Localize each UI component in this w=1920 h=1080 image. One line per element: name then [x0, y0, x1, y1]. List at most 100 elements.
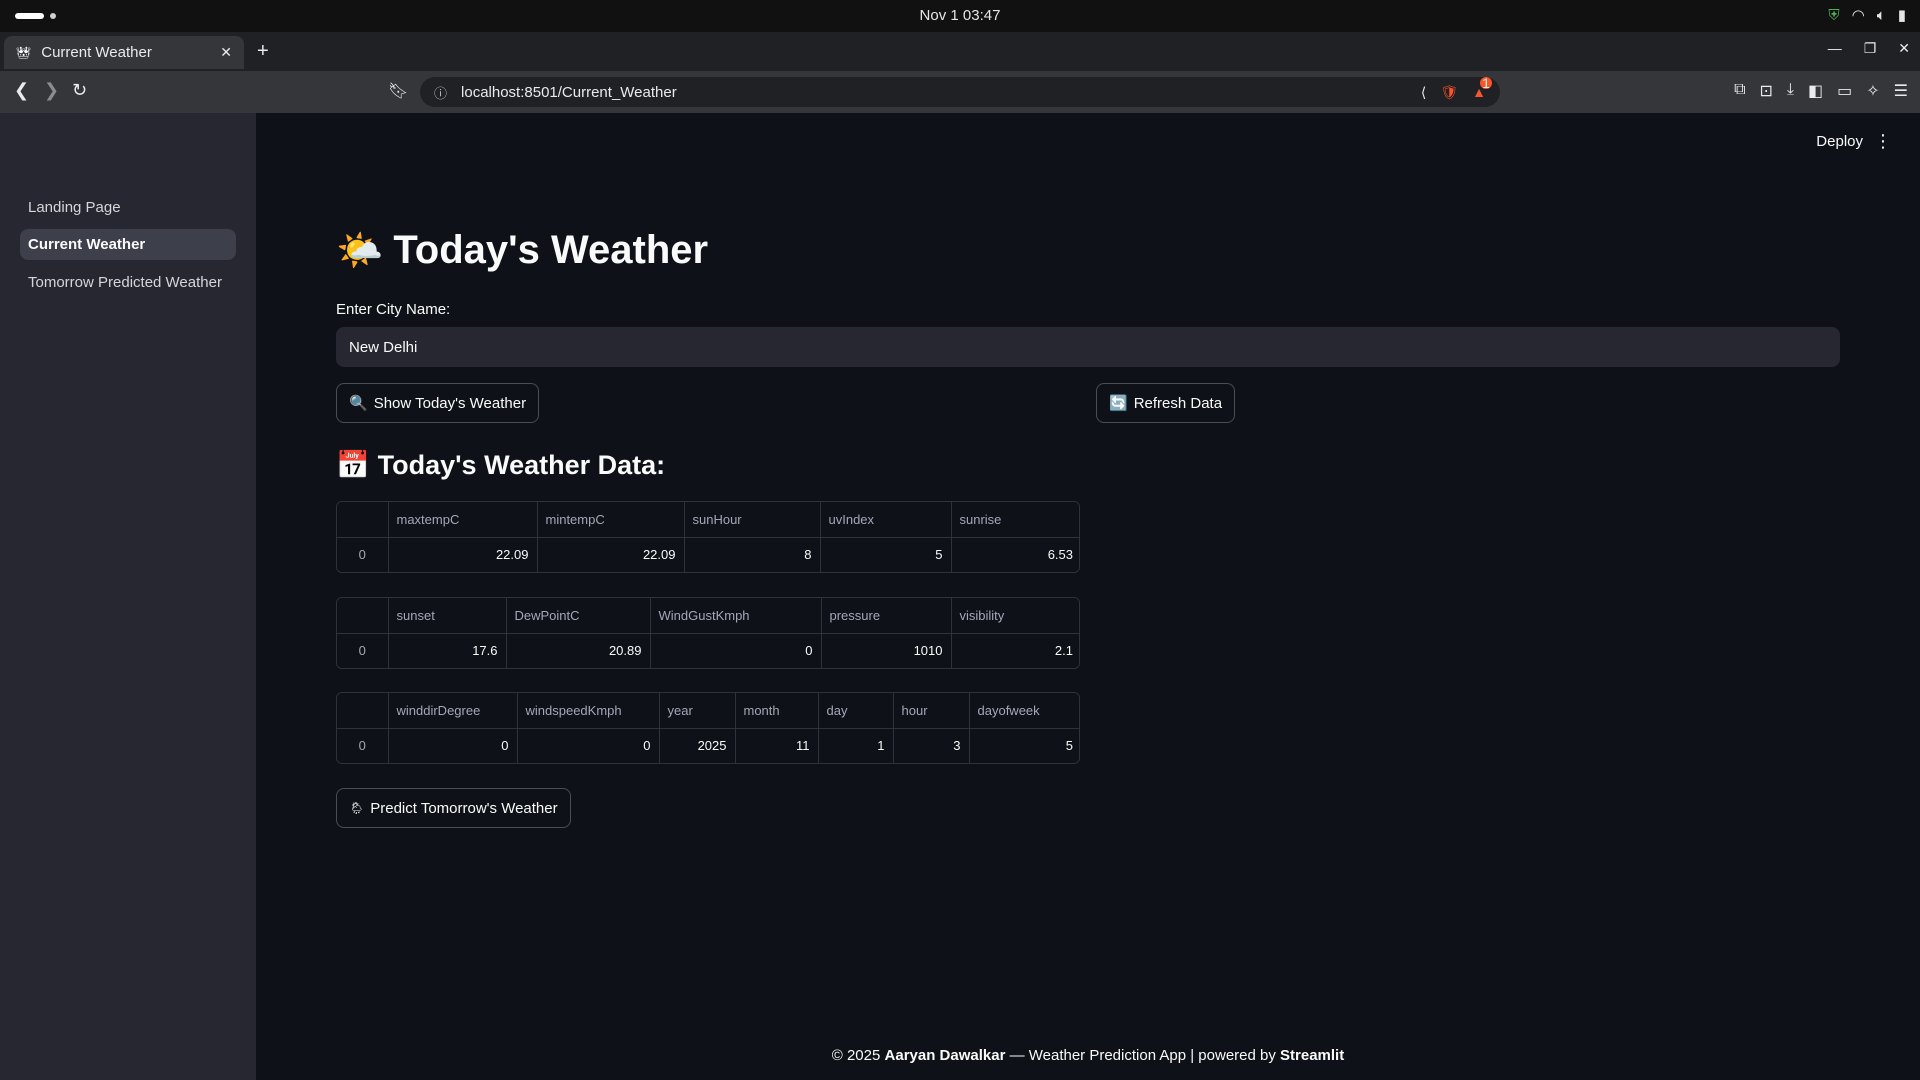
sidebar-item-tomorrow-predicted-weather[interactable]: Tomorrow Predicted Weather — [20, 267, 236, 298]
table-cell[interactable]: 17.6 — [388, 633, 507, 668]
download-icon[interactable]: ⤓ — [1787, 81, 1794, 101]
page-title: 🌤️ Today's Weather — [336, 228, 708, 273]
system-tray[interactable]: ⛨ ◠ 🔈︎ ▮ — [1828, 6, 1906, 26]
column-header[interactable]: dayofweek — [969, 693, 1079, 729]
battery-icon[interactable]: ▮ — [1898, 6, 1906, 26]
column-header[interactable]: visibility — [951, 598, 1079, 634]
browser-tab[interactable]: 👑︎ Current Weather ✕ — [4, 36, 244, 69]
refresh-icon: 🔄 — [1109, 395, 1128, 412]
column-header[interactable]: sunHour — [684, 502, 821, 538]
table-cell[interactable]: 5 — [820, 537, 952, 572]
share-icon[interactable]: ⟨ — [1421, 84, 1426, 101]
table-cell[interactable]: 22.09 — [388, 537, 538, 572]
leo-ai-icon[interactable]: ✧ — [1866, 81, 1879, 101]
bookmark-icon[interactable]: 🔖︎ — [388, 81, 408, 101]
extensions-icon[interactable]: ⧉ — [1734, 81, 1745, 101]
browser-tab-strip: 👑︎ Current Weather ✕ + — ❐ ✕ — [0, 32, 1920, 71]
predict-tomorrows-weather-label: Predict Tomorrow's Weather — [370, 799, 558, 817]
show-todays-weather-button[interactable]: 🔍 Show Today's Weather — [336, 383, 540, 423]
workspace-dot[interactable] — [50, 13, 56, 19]
footer-author: Aaryan Dawalkar — [884, 1047, 1006, 1064]
reload-icon[interactable]: ↻ — [72, 80, 87, 101]
column-header[interactable]: uvIndex — [820, 502, 952, 538]
table-cell[interactable]: 11 — [735, 728, 819, 763]
column-header[interactable]: WindGustKmph — [650, 598, 822, 634]
column-header[interactable]: sunrise — [951, 502, 1079, 538]
brave-shields-icon[interactable]: 🛡︎ — [1440, 84, 1458, 101]
system-clock[interactable]: Nov 1 03:47 — [0, 7, 1920, 24]
weather-table-2[interactable]: sunset DewPointC WindGustKmph pressure v… — [336, 597, 1080, 669]
brave-rewards-icon[interactable]: ▲ 1 — [1472, 76, 1492, 100]
rain-cloud-icon: 🌦 — [349, 801, 365, 815]
browser-toolbar: ❮ ❯ ↻ 🔖︎ ⓘ localhost:8501/Current_Weathe… — [0, 71, 1920, 113]
table-cell[interactable]: 20.89 — [506, 633, 651, 668]
toolbar-actions: ⧉ ⊡ ⤓ ◧ ▭ ✧ ☰ — [1734, 81, 1908, 101]
table-cell[interactable]: 0 — [388, 728, 518, 763]
table-header-row: maxtempC mintempC sunHour uvIndex sunris… — [337, 502, 1079, 538]
column-header[interactable]: sunset — [388, 598, 507, 634]
row-index: 0 — [337, 633, 389, 668]
column-header[interactable]: mintempC — [537, 502, 685, 538]
column-header[interactable]: windspeedKmph — [517, 693, 660, 729]
row-index: 0 — [337, 537, 389, 572]
page-title-text: Today's Weather — [393, 228, 709, 272]
tab-search-icon[interactable]: ⊡ — [1760, 81, 1773, 101]
footer-middle: — Weather Prediction App | powered by — [1005, 1047, 1281, 1064]
wallet-icon[interactable]: ▭ — [1837, 81, 1852, 101]
main-menu-icon[interactable]: ⋮ — [1874, 131, 1892, 152]
column-header[interactable]: year — [659, 693, 736, 729]
row-index: 0 — [337, 728, 389, 763]
table-header-row: winddirDegree windspeedKmph year month d… — [337, 693, 1079, 729]
address-bar[interactable]: ⓘ localhost:8501/Current_Weather ⟨ 🛡︎ ▲ 1 — [420, 76, 1500, 107]
predict-tomorrows-weather-button[interactable]: 🌦 Predict Tomorrow's Weather — [336, 788, 571, 828]
city-input[interactable] — [336, 327, 1840, 367]
column-header[interactable]: day — [818, 693, 894, 729]
sidebar-toggle-icon[interactable]: ◧ — [1808, 81, 1823, 101]
sidebar-item-current-weather[interactable]: Current Weather — [20, 229, 236, 260]
refresh-data-button[interactable]: 🔄 Refresh Data — [1096, 383, 1236, 423]
column-header[interactable]: DewPointC — [506, 598, 651, 634]
column-header[interactable]: hour — [893, 693, 970, 729]
back-icon[interactable]: ❮ — [14, 80, 29, 101]
menu-icon[interactable]: ☰ — [1894, 81, 1908, 101]
column-header[interactable]: maxtempC — [388, 502, 538, 538]
column-header[interactable]: pressure — [821, 598, 952, 634]
streamlit-favicon-icon: 👑︎ — [16, 45, 32, 60]
table-cell[interactable]: 5 — [969, 728, 1079, 763]
index-header — [337, 502, 389, 538]
table-cell[interactable]: 6.53 — [951, 537, 1079, 572]
table-cell[interactable]: 8 — [684, 537, 821, 572]
table-cell[interactable]: 1 — [818, 728, 894, 763]
table-row: 0 0 0 2025 11 1 3 5 — [337, 728, 1079, 763]
site-info-icon[interactable]: ⓘ — [434, 83, 447, 102]
close-icon[interactable]: ✕ — [220, 44, 232, 61]
table-cell[interactable]: 3 — [893, 728, 970, 763]
deploy-button[interactable]: Deploy — [1816, 133, 1863, 150]
magnifier-icon: 🔍 — [349, 395, 368, 412]
city-label: Enter City Name: — [336, 301, 451, 318]
weather-table-1[interactable]: maxtempC mintempC sunHour uvIndex sunris… — [336, 501, 1080, 573]
weather-table-3[interactable]: winddirDegree windspeedKmph year month d… — [336, 692, 1080, 764]
main-content: Deploy ⋮ 🌤️ Today's Weather Enter City N… — [256, 113, 1920, 1080]
sidebar: Landing Page Current Weather Tomorrow Pr… — [0, 113, 256, 1080]
column-header[interactable]: winddirDegree — [388, 693, 518, 729]
restore-icon[interactable]: ❐ — [1864, 40, 1877, 57]
column-header[interactable]: month — [735, 693, 819, 729]
volume-icon[interactable]: 🔈︎ — [1877, 6, 1886, 26]
table-cell[interactable]: 0 — [517, 728, 660, 763]
url-text[interactable]: localhost:8501/Current_Weather — [461, 84, 1421, 101]
minimize-icon[interactable]: — — [1828, 40, 1842, 57]
workspace-indicator[interactable] — [15, 13, 44, 19]
table-cell[interactable]: 1010 — [821, 633, 952, 668]
table-cell[interactable]: 2025 — [659, 728, 736, 763]
forward-icon[interactable]: ❯ — [44, 80, 59, 101]
new-tab-icon[interactable]: + — [257, 40, 269, 63]
shield-icon[interactable]: ⛨ — [1828, 6, 1839, 26]
wifi-icon[interactable]: ◠ — [1852, 6, 1865, 26]
close-window-icon[interactable]: ✕ — [1898, 40, 1910, 57]
table-cell[interactable]: 2.1 — [951, 633, 1079, 668]
table-cell[interactable]: 22.09 — [537, 537, 685, 572]
sidebar-item-landing-page[interactable]: Landing Page — [20, 192, 236, 223]
footer-copyright: © 2025 — [831, 1047, 885, 1064]
table-cell[interactable]: 0 — [650, 633, 822, 668]
